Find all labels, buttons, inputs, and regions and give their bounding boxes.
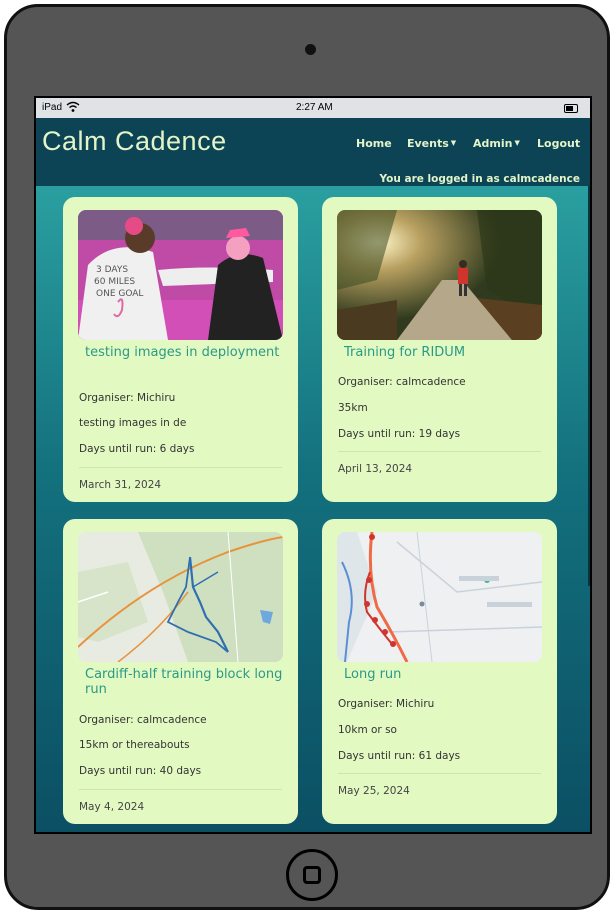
screen: iPad 2:27 AM Calm Cadence Home Events ▼ A… xyxy=(34,96,592,834)
battery-icon xyxy=(564,104,578,113)
event-image[interactable] xyxy=(337,532,542,662)
home-button[interactable] xyxy=(286,849,338,901)
logged-in-status: You are logged in as calmcadence xyxy=(379,173,581,185)
event-date: May 25, 2024 xyxy=(338,785,410,797)
scrollbar[interactable] xyxy=(588,186,590,586)
event-card[interactable]: 3 DAYS 60 MILES ONE GOAL testing images … xyxy=(63,197,298,502)
event-date: April 13, 2024 xyxy=(338,463,413,475)
card-divider xyxy=(79,467,282,468)
nav-events-label: Events xyxy=(407,137,449,150)
card-divider xyxy=(79,789,282,790)
nav-home[interactable]: Home xyxy=(356,137,392,150)
navbar: Calm Cadence Home Events ▼ Admin ▼ Logout … xyxy=(36,118,590,186)
wifi-icon xyxy=(66,101,80,112)
event-organiser: Organiser: Michiru xyxy=(79,392,176,404)
event-organiser: Organiser: Michiru xyxy=(338,698,435,710)
event-card[interactable]: Long run Organiser: Michiru 10km or so D… xyxy=(322,519,557,824)
event-title[interactable]: testing images in deployment xyxy=(85,345,285,360)
caret-down-icon: ▼ xyxy=(450,139,457,147)
event-card[interactable]: Cardiff-half training block long run Org… xyxy=(63,519,298,824)
event-grid: 3 DAYS 60 MILES ONE GOAL testing images … xyxy=(36,186,590,832)
card-divider xyxy=(338,451,541,452)
caret-down-icon: ▼ xyxy=(514,139,520,147)
nav-home-label: Home xyxy=(356,137,392,150)
event-title[interactable]: Long run xyxy=(344,667,544,682)
event-image[interactable] xyxy=(337,210,542,340)
event-description: testing images in de xyxy=(79,417,187,429)
home-square-icon xyxy=(303,866,321,884)
card-divider xyxy=(338,773,541,774)
clock: 2:27 AM xyxy=(296,102,333,113)
event-description: 15km or thereabouts xyxy=(79,739,190,751)
event-card[interactable]: Training for RIDUM Organiser: calmcadenc… xyxy=(322,197,557,502)
event-title[interactable]: Cardiff-half training block long run xyxy=(85,667,285,697)
nav-links: Home Events ▼ Admin ▼ Logout xyxy=(36,137,590,157)
event-days-until: Days until run: 61 days xyxy=(338,750,461,762)
nav-events[interactable]: Events ▼ xyxy=(407,137,456,150)
event-organiser: Organiser: calmcadence xyxy=(79,714,207,726)
svg-text:60 MILES: 60 MILES xyxy=(94,277,135,287)
event-title[interactable]: Training for RIDUM xyxy=(344,345,544,360)
tablet-frame: iPad 2:27 AM Calm Cadence Home Events ▼ A… xyxy=(4,4,610,910)
event-description: 10km or so xyxy=(338,724,397,736)
svg-text:3 DAYS: 3 DAYS xyxy=(96,265,128,275)
event-days-until: Days until run: 19 days xyxy=(338,428,461,440)
nav-logout-label: Logout xyxy=(537,137,581,150)
svg-text:ONE GOAL: ONE GOAL xyxy=(96,289,143,299)
event-date: March 31, 2024 xyxy=(79,479,162,491)
status-bar: iPad 2:27 AM xyxy=(36,98,590,118)
nav-admin-label: Admin xyxy=(473,137,513,150)
event-days-until: Days until run: 6 days xyxy=(79,443,195,455)
event-description: 35km xyxy=(338,402,368,414)
event-days-until: Days until run: 40 days xyxy=(79,765,202,777)
device-name: iPad xyxy=(42,102,63,113)
nav-logout[interactable]: Logout xyxy=(537,137,580,150)
event-image[interactable] xyxy=(78,532,283,662)
nav-admin[interactable]: Admin ▼ xyxy=(473,137,520,150)
event-image[interactable]: 3 DAYS 60 MILES ONE GOAL xyxy=(78,210,283,340)
camera-lens xyxy=(305,44,316,55)
event-date: May 4, 2024 xyxy=(79,801,145,813)
event-organiser: Organiser: calmcadence xyxy=(338,376,466,388)
